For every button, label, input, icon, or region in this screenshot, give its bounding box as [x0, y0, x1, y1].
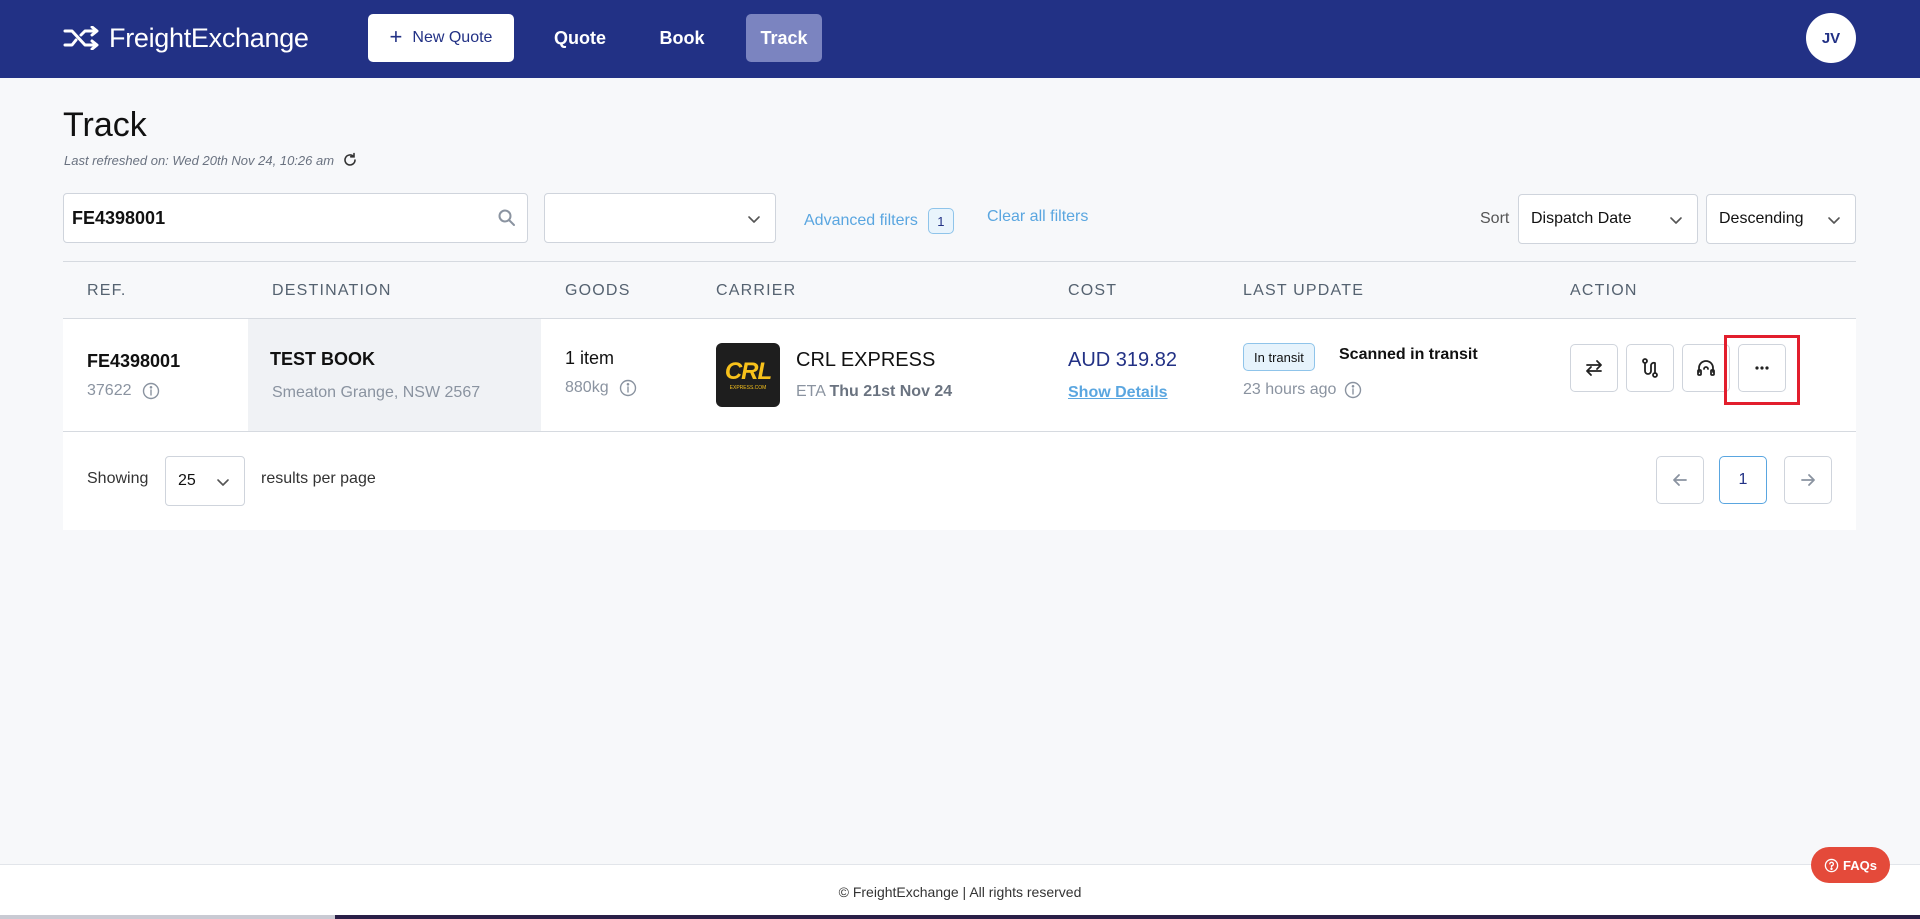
last-refreshed-text: Last refreshed on: Wed 20th Nov 24, 10:2… [64, 152, 335, 168]
chevron-down-icon [217, 479, 229, 486]
eta-date: Thu 21st Nov 24 [829, 383, 953, 400]
per-page-value: 25 [178, 472, 196, 489]
chevron-down-icon [748, 216, 760, 223]
goods-weight-value: 880kg [565, 379, 609, 396]
top-nav-bar: FreightExchange + New Quote Quote Book T… [0, 0, 1920, 78]
status-text: Scanned in transit [1339, 346, 1478, 363]
results-per-page-label: results per page [261, 470, 376, 487]
highlight-box [1724, 335, 1800, 405]
column-header-last-update: LAST UPDATE [1243, 282, 1365, 299]
nav-book[interactable]: Book [650, 14, 714, 62]
ref-number: FE4398001 [87, 351, 181, 371]
headset-icon [1697, 360, 1715, 376]
prev-page-button[interactable] [1656, 456, 1704, 504]
footer: © FreightExchange | All rights reserved [0, 864, 1920, 919]
bottom-strip-segment [0, 915, 335, 919]
column-header-destination: DESTINATION [272, 282, 392, 299]
arrow-left-icon [1673, 474, 1687, 486]
cost-value: AUD 319.82 [1068, 349, 1177, 371]
show-details-link[interactable]: Show Details [1068, 384, 1168, 402]
page-title: Track [63, 106, 147, 144]
column-header-carrier: CARRIER [716, 282, 797, 299]
status-badge: In transit [1243, 343, 1315, 371]
clear-all-filters-link[interactable]: Clear all filters [987, 208, 1088, 226]
eta: ETA Thu 21st Nov 24 [796, 383, 952, 401]
info-icon[interactable] [1344, 381, 1362, 399]
chevron-down-icon [1828, 217, 1840, 224]
new-quote-label: New Quote [412, 29, 493, 46]
arrow-right-icon [1801, 474, 1815, 486]
search-field[interactable] [63, 193, 528, 243]
goods-count: 1 item [565, 348, 615, 368]
carrier-logo-subtext: EXPRESS.COM [729, 384, 767, 391]
info-icon[interactable] [619, 379, 637, 397]
last-update-ago: 23 hours ago [1243, 381, 1337, 398]
faqs-label: FAQs [1843, 857, 1877, 873]
new-quote-button[interactable]: + New Quote [368, 14, 514, 62]
column-header-action: ACTION [1570, 282, 1638, 299]
column-header-goods: GOODS [565, 282, 631, 299]
last-update-time: 23 hours ago [1243, 381, 1362, 399]
swap-arrows-icon [1586, 360, 1602, 376]
sort-by-value: Dispatch Date [1531, 210, 1632, 227]
showing-label: Showing [87, 470, 149, 487]
advanced-filters-count-badge: 1 [927, 208, 954, 234]
advanced-filters-link[interactable]: Advanced filters 1 [804, 208, 954, 234]
refresh-icon[interactable] [342, 152, 358, 168]
table-header: REF. DESTINATION GOODS CARRIER COST LAST… [63, 261, 1856, 319]
sort-direction-select[interactable]: Descending [1706, 194, 1856, 244]
support-action-button[interactable] [1682, 344, 1730, 392]
filter-select[interactable] [544, 193, 776, 243]
search-input[interactable] [72, 194, 472, 242]
ref-sub: 37622 [87, 382, 160, 400]
carrier-name: CRL EXPRESS [796, 349, 936, 371]
sort-by-select[interactable]: Dispatch Date [1518, 194, 1698, 244]
last-refreshed: Last refreshed on: Wed 20th Nov 24, 10:2… [64, 152, 358, 168]
per-page-select[interactable]: 25 [165, 456, 245, 506]
next-page-button[interactable] [1784, 456, 1832, 504]
page-number-button[interactable]: 1 [1719, 456, 1767, 504]
help-icon [1824, 858, 1839, 872]
plus-icon: + [389, 24, 403, 49]
bottom-strip [0, 915, 1920, 919]
info-icon[interactable] [142, 382, 160, 400]
logo-text: FreightExchange [109, 22, 309, 53]
eta-label: ETA [796, 383, 826, 400]
shuffle-logo-icon [63, 26, 99, 50]
goods-weight: 880kg [565, 379, 637, 397]
logo[interactable]: FreightExchange [63, 20, 309, 56]
sort-label: Sort [1480, 210, 1510, 227]
ref-sub-number: 37622 [87, 382, 132, 399]
user-avatar[interactable]: JV [1806, 13, 1856, 63]
destination-address: Smeaton Grange, NSW 2567 [272, 384, 481, 401]
nav-quote[interactable]: Quote [540, 14, 620, 62]
sort-direction-value: Descending [1719, 210, 1804, 227]
pagination-bar: Showing 25 results per page 1 [63, 432, 1856, 530]
faqs-button[interactable]: FAQs [1811, 847, 1890, 883]
route-action-button[interactable] [1626, 344, 1674, 392]
route-icon [1642, 358, 1658, 378]
column-header-ref: REF. [87, 282, 127, 299]
destination-name: TEST BOOK [270, 349, 376, 369]
search-icon[interactable] [497, 208, 517, 228]
column-header-cost: COST [1068, 282, 1118, 299]
carrier-logo: CRL EXPRESS.COM [716, 343, 780, 407]
nav-track[interactable]: Track [746, 14, 822, 62]
chevron-down-icon [1670, 217, 1682, 224]
table-row[interactable]: FE4398001 37622 TEST BOOK Smeaton Grange… [63, 319, 1856, 432]
footer-copyright: © FreightExchange | All rights reserved [838, 884, 1082, 900]
carrier-logo-text: CRL [724, 357, 772, 385]
swap-action-button[interactable] [1570, 344, 1618, 392]
advanced-filters-label: Advanced filters [804, 212, 918, 229]
destination-cell: TEST BOOK Smeaton Grange, NSW 2567 [248, 319, 541, 431]
